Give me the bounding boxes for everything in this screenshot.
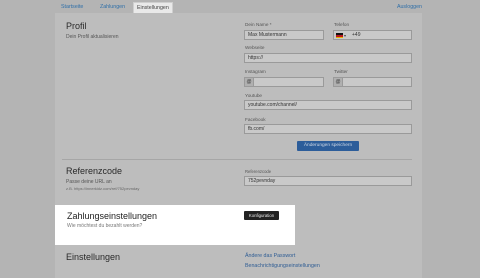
referral-field-label: Referenzcode xyxy=(245,169,272,174)
change-password-link[interactable]: Ändere das Passwort xyxy=(245,253,295,259)
youtube-input[interactable]: youtube.com/channel/ xyxy=(244,100,412,110)
youtube-label: Youtube xyxy=(245,93,263,98)
referral-title: Referenzcode xyxy=(66,166,123,176)
referral-example-url: z.B. https://innerkidz.com/ref/752pevnda… xyxy=(66,186,140,191)
name-input[interactable]: Max Mustermann xyxy=(244,30,324,40)
youtube-value: youtube.com/channel/ xyxy=(248,102,297,108)
logout-link[interactable]: Ausloggen xyxy=(397,2,422,13)
twitter-label: Twitter xyxy=(334,69,348,74)
referral-code-input[interactable]: 752pevnday xyxy=(244,176,412,186)
phone-input[interactable]: ▾ +49 xyxy=(333,30,412,40)
section-divider xyxy=(62,159,412,160)
website-label: Webseite xyxy=(245,45,265,50)
instagram-input[interactable] xyxy=(253,77,324,87)
website-input[interactable]: https:// xyxy=(244,53,412,63)
facebook-label: Facebook xyxy=(245,117,266,122)
notification-settings-link[interactable]: Benachrichtigungseinstellungen xyxy=(245,263,320,269)
germany-flag-icon[interactable] xyxy=(336,33,343,39)
profile-title: Profil xyxy=(66,21,87,31)
name-label: Dein Name * xyxy=(245,22,272,27)
configuration-button[interactable]: Konfiguration xyxy=(244,211,279,220)
phone-label: Telefon xyxy=(334,22,350,27)
save-changes-button[interactable]: Änderungen speichern xyxy=(297,141,359,151)
tab-zahlungen[interactable]: Zahlungen xyxy=(97,2,128,13)
chevron-down-icon: ▾ xyxy=(344,33,347,38)
website-value: https:// xyxy=(248,55,264,61)
referral-subtitle: Passe deine URL an xyxy=(66,179,112,185)
payment-subtitle: Wie möchtest du bezahlt werden? xyxy=(67,223,143,229)
settings-title: Einstellungen xyxy=(66,252,121,262)
instagram-label: Instagram xyxy=(245,69,266,74)
facebook-value: fb.com/ xyxy=(248,126,265,132)
profile-subtitle: Dein Profil aktualisieren xyxy=(66,34,119,40)
phone-prefix: +49 xyxy=(352,32,361,38)
payment-title: Zahlungseinstellungen xyxy=(67,211,158,221)
tab-startseite[interactable]: Startseite xyxy=(58,2,86,13)
twitter-input[interactable] xyxy=(342,77,412,87)
facebook-input[interactable]: fb.com/ xyxy=(244,124,412,134)
